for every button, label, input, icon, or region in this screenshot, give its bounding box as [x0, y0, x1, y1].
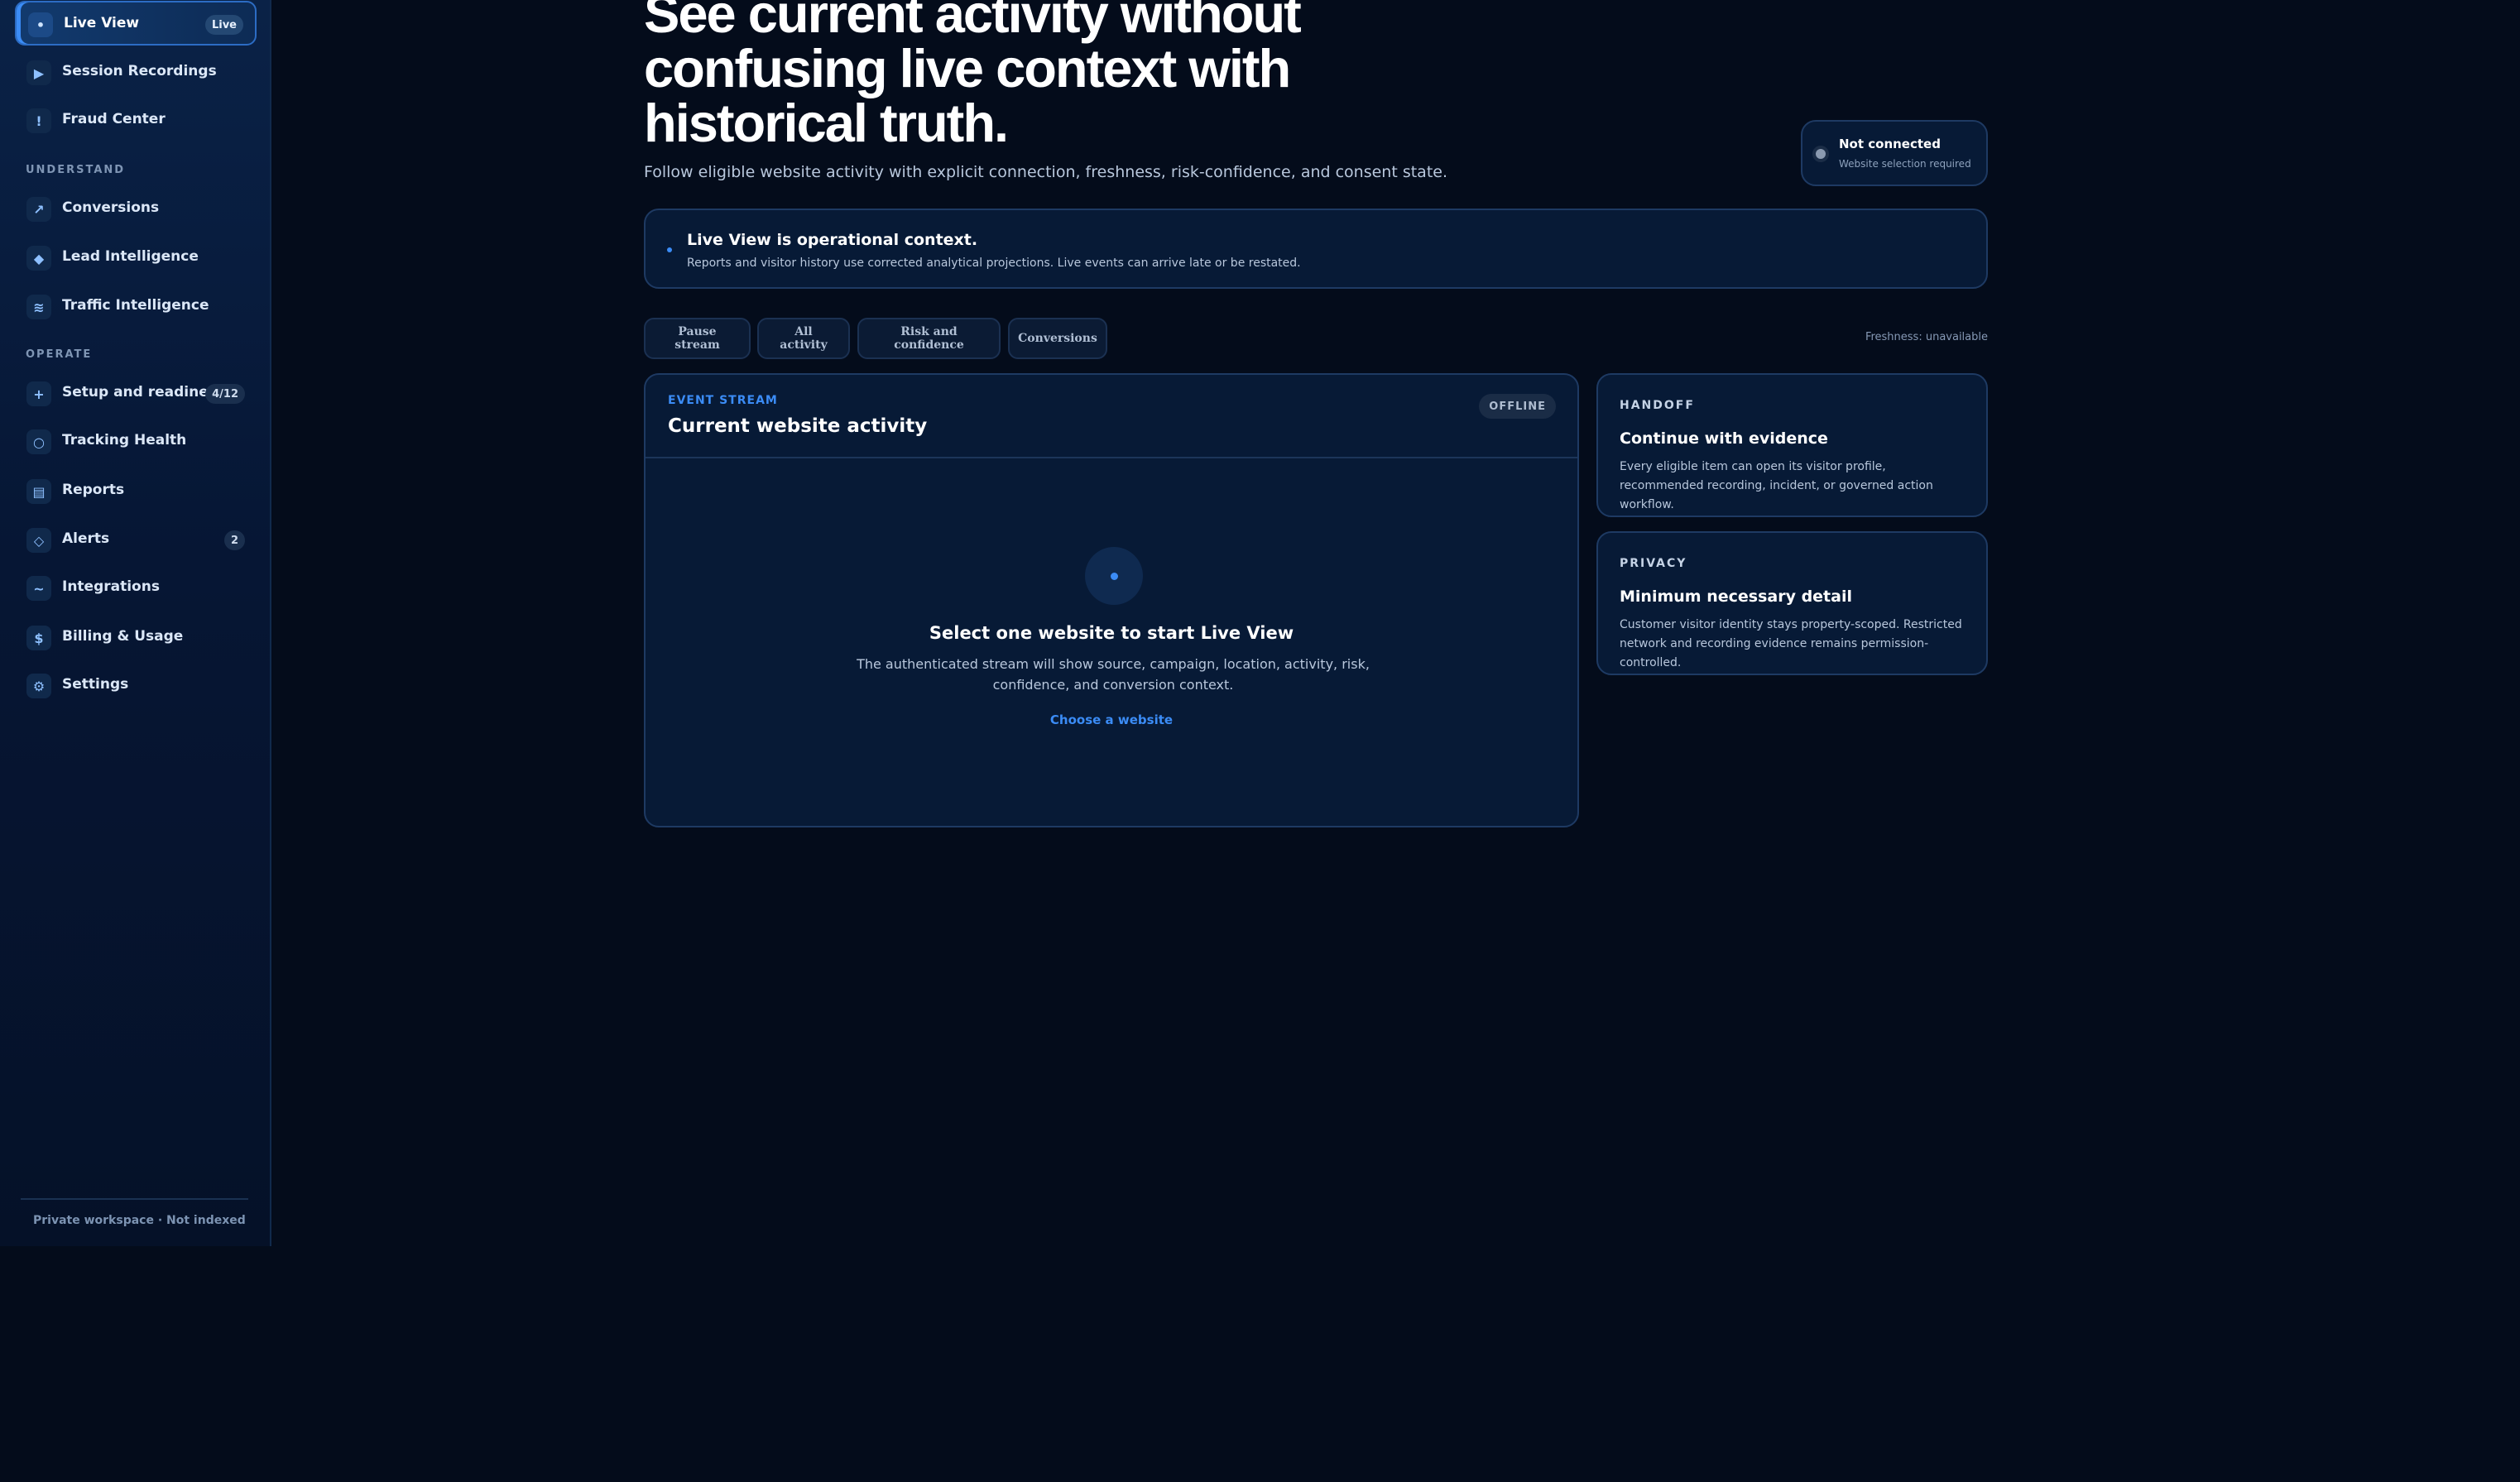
banner-title: Live View is operational context. [687, 231, 978, 249]
stream-divider [646, 457, 1577, 458]
section-heading-understand: UNDERSTAND [26, 164, 126, 176]
status-dot-icon [1816, 149, 1826, 159]
info-dot-icon [667, 247, 672, 252]
sidebar-item-label: Tracking Health [62, 432, 187, 448]
stream-title: Current website activity [668, 415, 928, 437]
event-stream-panel: EVENT STREAM Current website activity OF… [644, 373, 1579, 827]
empty-state-body: The authenticated stream will show sourc… [857, 656, 1370, 693]
sidebar-item-label: Setup and readiness [62, 384, 226, 400]
filter-risk-and-confidence[interactable]: Risk and confidence [857, 318, 1001, 359]
integration-icon: ~ [26, 576, 51, 601]
status-badge: OFFLINE [1479, 394, 1556, 419]
plus-icon: + [26, 381, 51, 406]
sidebar-item-label: Lead Intelligence [62, 248, 199, 265]
sidebar-item-settings[interactable]: ⚙ Settings [15, 664, 257, 708]
choose-website-link[interactable]: Choose a website [646, 712, 1577, 727]
privacy-body: Customer visitor identity stays property… [1620, 618, 1962, 669]
sidebar-item-fraud-center[interactable]: ! Fraud Center [15, 98, 257, 143]
handoff-body: Every eligible item can open its visitor… [1620, 460, 1933, 511]
page-title: See current activity without confusing l… [644, 0, 1302, 153]
sidebar-item-tracking-health[interactable]: ○ Tracking Health [15, 420, 257, 464]
diamond-icon: ◆ [26, 246, 51, 271]
workspace-footer: Private workspace · Not indexed [33, 1214, 246, 1227]
filter-conversions[interactable]: Conversions [1008, 318, 1107, 359]
sidebar-item-label: Billing & Usage [62, 628, 184, 645]
info-banner: Live View is operational context. Report… [644, 209, 1988, 289]
connection-status[interactable]: Not connected Website selection required [1801, 120, 1988, 186]
stream-eyebrow: EVENT STREAM [668, 394, 778, 407]
sidebar-item-lead-intelligence[interactable]: ◆ Lead Intelligence [15, 236, 257, 281]
sidebar-item-live-view[interactable]: • Live View Live [15, 1, 257, 46]
connection-subtitle: Website selection required [1839, 158, 1971, 170]
live-badge: Live [204, 15, 243, 35]
trend-arrow-icon: ↗ [26, 197, 51, 222]
sidebar-item-alerts[interactable]: ◇ Alerts 2 [15, 518, 257, 563]
privacy-eyebrow: PRIVACY [1620, 557, 1687, 570]
connection-title: Not connected [1839, 137, 1941, 151]
sidebar-item-session-recordings[interactable]: ▶ Session Recordings [15, 50, 257, 95]
dollar-icon: $ [26, 626, 51, 650]
sidebar-item-label: Integrations [62, 578, 160, 595]
sidebar-item-label: Alerts [62, 530, 110, 547]
section-heading-operate: OPERATE [26, 348, 93, 361]
sidebar-item-label: Traffic Intelligence [62, 297, 209, 314]
filter-all-activity[interactable]: All activity [757, 318, 850, 359]
sidebar-item-label: Fraud Center [62, 111, 166, 127]
banner-body: Reports and visitor history use correcte… [687, 257, 1301, 270]
empty-state-title: Select one website to start Live View [929, 623, 1294, 643]
handoff-eyebrow: HANDOFF [1620, 399, 1695, 412]
traffic-waves-icon: ≋ [26, 295, 51, 319]
handoff-card: HANDOFF Continue with evidence Every eli… [1596, 373, 1988, 517]
play-icon: ▶ [26, 60, 51, 85]
empty-state-icon [1085, 547, 1143, 605]
pause-stream-button[interactable]: Pause stream [644, 318, 751, 359]
sidebar-item-traffic-intelligence[interactable]: ≋ Traffic Intelligence [15, 285, 257, 329]
sidebar-divider [21, 1198, 248, 1200]
alert-exclamation-icon: ! [26, 108, 51, 133]
health-circle-icon: ○ [26, 429, 51, 454]
sidebar-item-label: Session Recordings [62, 63, 217, 79]
sidebar-item-integrations[interactable]: ~ Integrations [15, 566, 257, 611]
sidebar-item-label: Live View [64, 15, 140, 31]
sidebar-item-conversions[interactable]: ↗ Conversions [15, 187, 257, 232]
setup-progress-badge: 4/12 [205, 384, 245, 404]
sidebar-item-label: Settings [62, 676, 129, 693]
sidebar-item-label: Conversions [62, 199, 160, 216]
sidebar-item-reports[interactable]: ▤ Reports [15, 469, 257, 514]
gear-icon: ⚙ [26, 674, 51, 698]
privacy-title: Minimum necessary detail [1620, 588, 1852, 606]
sidebar-item-setup-and-readiness[interactable]: + Setup and readiness 4/12 [15, 372, 257, 416]
alerts-count-badge: 2 [223, 530, 245, 550]
sidebar: • Live View Live ▶ Session Recordings ! … [0, 0, 271, 1246]
sidebar-item-billing-and-usage[interactable]: $ Billing & Usage [15, 616, 257, 660]
sidebar-item-label: Reports [62, 482, 125, 498]
privacy-card: PRIVACY Minimum necessary detail Custome… [1596, 531, 1988, 675]
report-icon: ▤ [26, 479, 51, 504]
handoff-title: Continue with evidence [1620, 429, 1828, 448]
alert-diamond-icon: ◇ [26, 528, 51, 553]
live-dot-icon: • [28, 12, 53, 37]
freshness-indicator: Freshness: unavailable [1865, 331, 1988, 343]
page-subtitle: Follow eligible website activity with ex… [644, 163, 1448, 181]
